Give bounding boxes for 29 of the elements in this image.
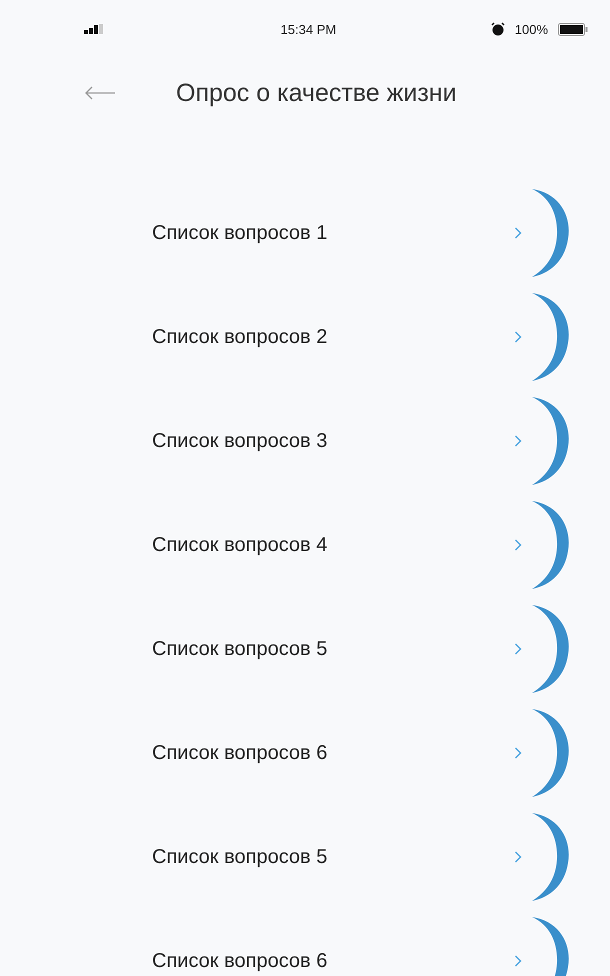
status-time: 15:34 PM — [280, 22, 338, 36]
question-list-item[interactable]: Список вопросов 6 — [0, 909, 610, 976]
battery-percent: 100% — [514, 22, 548, 36]
question-list-item[interactable]: Список вопросов 5 — [0, 805, 610, 909]
alarm-clock-icon — [490, 22, 505, 36]
chevron-right-icon — [514, 227, 522, 239]
question-list-item[interactable]: Список вопросов 3 — [0, 389, 610, 493]
question-list-item[interactable]: Список вопросов 1 — [0, 181, 610, 285]
crescent-icon — [530, 291, 570, 383]
chevron-right-icon — [514, 851, 522, 863]
question-list-item[interactable]: Список вопросов 2 — [0, 285, 610, 389]
chevron-right-icon — [514, 435, 522, 447]
chevron-right-icon — [514, 643, 522, 655]
chevron-right-icon — [514, 747, 522, 759]
battery-icon — [558, 22, 588, 36]
question-list-item[interactable]: Список вопросов 5 — [0, 597, 610, 701]
crescent-icon — [530, 603, 570, 695]
chevron-right-icon — [514, 955, 522, 967]
crescent-icon — [530, 395, 570, 487]
question-list-item[interactable]: Список вопросов 4 — [0, 493, 610, 597]
crescent-icon — [530, 707, 570, 799]
page-title: Опрос о качестве жизни — [176, 78, 457, 108]
crescent-icon — [530, 499, 570, 591]
crescent-icon — [530, 187, 570, 279]
question-list-item[interactable]: Список вопросов 6 — [0, 701, 610, 805]
chevron-right-icon — [514, 539, 522, 551]
signal-icon — [84, 24, 106, 34]
crescent-icon — [530, 811, 570, 903]
chevron-right-icon — [514, 331, 522, 343]
